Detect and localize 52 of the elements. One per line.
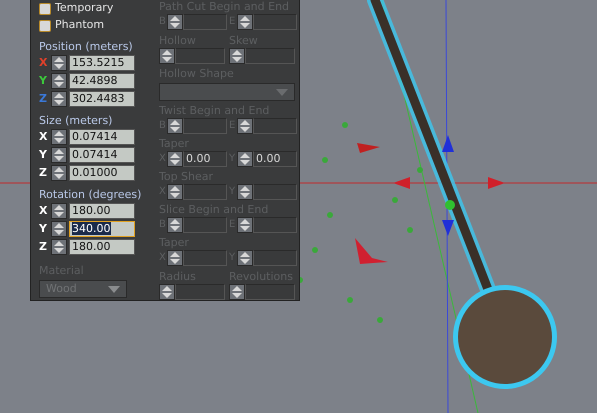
spinner-arrows-icon[interactable] bbox=[51, 91, 67, 107]
spinner-arrows-icon[interactable] bbox=[237, 216, 253, 232]
spinner-arrows-icon[interactable] bbox=[229, 284, 245, 300]
axis-label: X bbox=[39, 128, 48, 145]
checkbox[interactable] bbox=[39, 2, 51, 14]
spinner-arrows-icon[interactable] bbox=[51, 239, 67, 255]
spinner-arrows-icon[interactable] bbox=[229, 48, 245, 64]
caret-icon bbox=[108, 286, 120, 292]
number-field[interactable]: 0.01000 bbox=[69, 165, 135, 181]
spinner-arrows-icon[interactable] bbox=[167, 14, 183, 30]
spinner-arrows-icon[interactable] bbox=[51, 55, 67, 71]
spinner-arrows-icon[interactable] bbox=[51, 147, 67, 163]
number-field[interactable]: 180.00 bbox=[69, 203, 135, 219]
spinner-arrows-icon[interactable] bbox=[237, 250, 253, 266]
spinner-arrows-icon[interactable] bbox=[237, 150, 253, 166]
axis-label: X bbox=[39, 54, 48, 71]
axis-label: Y bbox=[39, 146, 48, 163]
spinner-arrows-icon[interactable] bbox=[51, 203, 67, 219]
spinner-arrows-icon[interactable] bbox=[51, 221, 67, 237]
axis-label: X bbox=[39, 202, 48, 219]
spinner-arrows-icon[interactable] bbox=[51, 73, 67, 89]
section-title: Size (meters) bbox=[39, 114, 114, 128]
spinner-arrows-icon[interactable] bbox=[167, 250, 183, 266]
number-field[interactable]: 302.4483 bbox=[69, 91, 135, 107]
axis-label: Z bbox=[39, 238, 48, 255]
axis-label: Y bbox=[39, 72, 48, 89]
spinner-arrows-icon[interactable] bbox=[237, 184, 253, 200]
spinner-arrows-icon[interactable] bbox=[237, 118, 253, 134]
spinner-arrows-icon[interactable] bbox=[167, 184, 183, 200]
number-field[interactable]: 0.07414 bbox=[69, 129, 135, 145]
spinner-arrows-icon[interactable] bbox=[159, 48, 175, 64]
section-title: Rotation (degrees) bbox=[39, 188, 142, 202]
section-title: Position (meters) bbox=[39, 40, 134, 54]
number-field[interactable]: 42.4898 bbox=[69, 73, 135, 89]
spinner-arrows-icon[interactable] bbox=[167, 216, 183, 232]
caret-icon bbox=[276, 88, 288, 96]
spinner-arrows-icon[interactable] bbox=[167, 150, 183, 166]
spinner-arrows-icon[interactable] bbox=[159, 284, 175, 300]
spinner-arrows-icon[interactable] bbox=[167, 118, 183, 134]
number-field[interactable]: 153.5215 bbox=[69, 55, 135, 71]
axis-label: Z bbox=[39, 164, 48, 181]
checkbox[interactable] bbox=[39, 20, 51, 32]
checkbox-label: Temporary bbox=[55, 0, 114, 16]
number-field[interactable]: 180.00 bbox=[69, 239, 135, 255]
spinner-arrows-icon[interactable] bbox=[237, 14, 253, 30]
checkbox-label: Phantom bbox=[55, 17, 104, 34]
axis-label: Y bbox=[39, 220, 48, 237]
spinner-arrows-icon[interactable] bbox=[51, 129, 67, 145]
number-field[interactable]: 340.00 bbox=[69, 221, 135, 237]
spinner-arrows-icon[interactable] bbox=[51, 165, 67, 181]
axis-label: Z bbox=[39, 90, 48, 107]
number-field[interactable]: 0.07414 bbox=[69, 147, 135, 163]
